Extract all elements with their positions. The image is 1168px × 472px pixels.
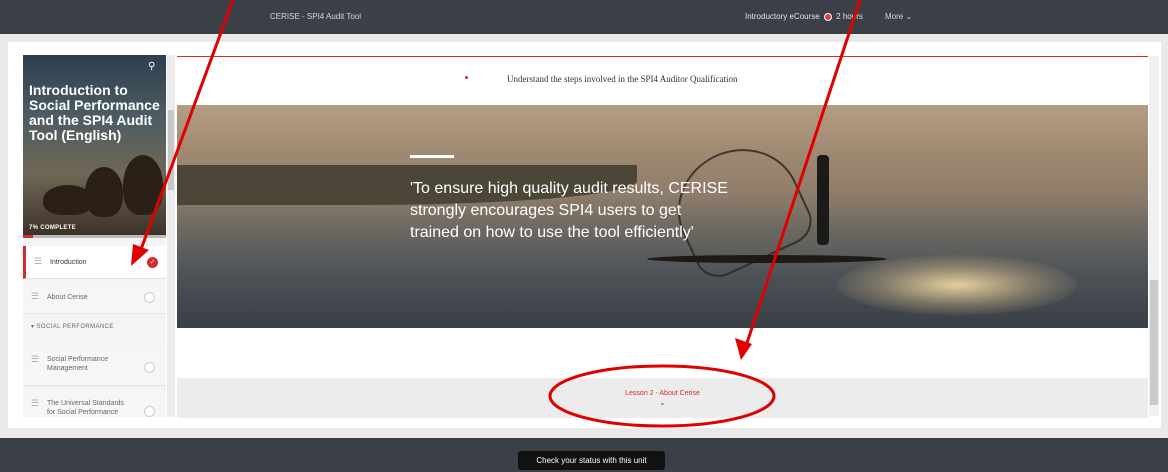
sidebar-item-about-cerise[interactable]: ☰ About Cerise <box>23 281 166 314</box>
more-menu[interactable]: More ⌄ <box>885 12 912 21</box>
course-sidebar: ⚲ Introduction to Social Performance and… <box>23 55 166 417</box>
boat-shape <box>85 167 123 217</box>
course-duration: 2 hours <box>836 12 863 21</box>
lesson-icon: ☰ <box>34 256 43 266</box>
fisherman-shape <box>817 155 829 245</box>
status-circle-icon <box>144 362 155 373</box>
sidebar-item-label: About Cerise <box>47 294 88 301</box>
next-lesson-bar[interactable]: Lesson 2 - About Cerise ⌄ <box>177 378 1148 418</box>
lesson-icon: ☰ <box>31 291 40 301</box>
sidebar-item-introduction[interactable]: ☰ Introduction ✓ <box>23 246 166 279</box>
progress-text: 7% COMPLETE <box>29 225 76 231</box>
sidebar-item-social-performance-management[interactable]: ☰ Social Performance Management <box>23 345 166 386</box>
top-bar: CERISE - SPI4 Audit Tool Introductory eC… <box>0 0 1168 34</box>
hero-quote: 'To ensure high quality audit results, C… <box>410 180 728 241</box>
clock-icon <box>823 12 832 21</box>
canoe-shape <box>647 255 887 263</box>
course-cover-image: ⚲ Introduction to Social Performance and… <box>23 55 166 238</box>
boat-shape <box>123 155 163 215</box>
content-scroll-thumb[interactable] <box>1150 280 1158 405</box>
more-label: More <box>885 12 904 21</box>
hero-image: 'To ensure high quality audit results, C… <box>177 105 1148 328</box>
lesson-content: Understand the steps involved in the SPI… <box>177 56 1148 418</box>
course-name[interactable]: Introductory eCourse <box>745 12 820 21</box>
learning-objective: Understand the steps involved in the SPI… <box>507 74 738 84</box>
lesson-icon: ☰ <box>31 354 40 364</box>
progress-fill <box>23 235 33 238</box>
sidebar-item-universal-standards[interactable]: ☰ The Universal Standards for Social Per… <box>23 389 166 417</box>
search-icon[interactable]: ⚲ <box>148 61 155 72</box>
sidebar-item-label: Introduction <box>50 259 87 266</box>
progress-bar <box>23 235 166 238</box>
app-title[interactable]: CERISE - SPI4 Audit Tool <box>270 12 361 21</box>
sun-reflection <box>837 255 1077 315</box>
chevron-down-icon[interactable]: ⌄ <box>177 398 1148 407</box>
sidebar-item-label: The Universal Standards for Social Perfo… <box>47 400 125 416</box>
course-title: Introduction to Social Performance and t… <box>29 82 160 143</box>
boat-shape <box>43 185 93 215</box>
course-info: Introductory eCourse 2 hours <box>745 12 863 21</box>
lesson-icon: ☰ <box>31 398 40 408</box>
check-icon: ✓ <box>147 257 158 268</box>
section-header[interactable]: ▾ SOCIAL PERFORMANCE <box>31 323 114 330</box>
bullet-icon <box>465 76 468 79</box>
sidebar-scroll-thumb[interactable] <box>168 110 174 190</box>
check-status-button[interactable]: Check your status with this unit <box>518 451 665 470</box>
next-lesson-link[interactable]: Lesson 2 - About Cerise <box>177 390 1148 397</box>
status-circle-icon <box>144 292 155 303</box>
status-circle-icon <box>144 406 155 417</box>
quote-divider <box>410 155 454 158</box>
sidebar-item-label: Social Performance Management <box>47 356 109 372</box>
section-label: SOCIAL PERFORMANCE <box>36 324 114 330</box>
